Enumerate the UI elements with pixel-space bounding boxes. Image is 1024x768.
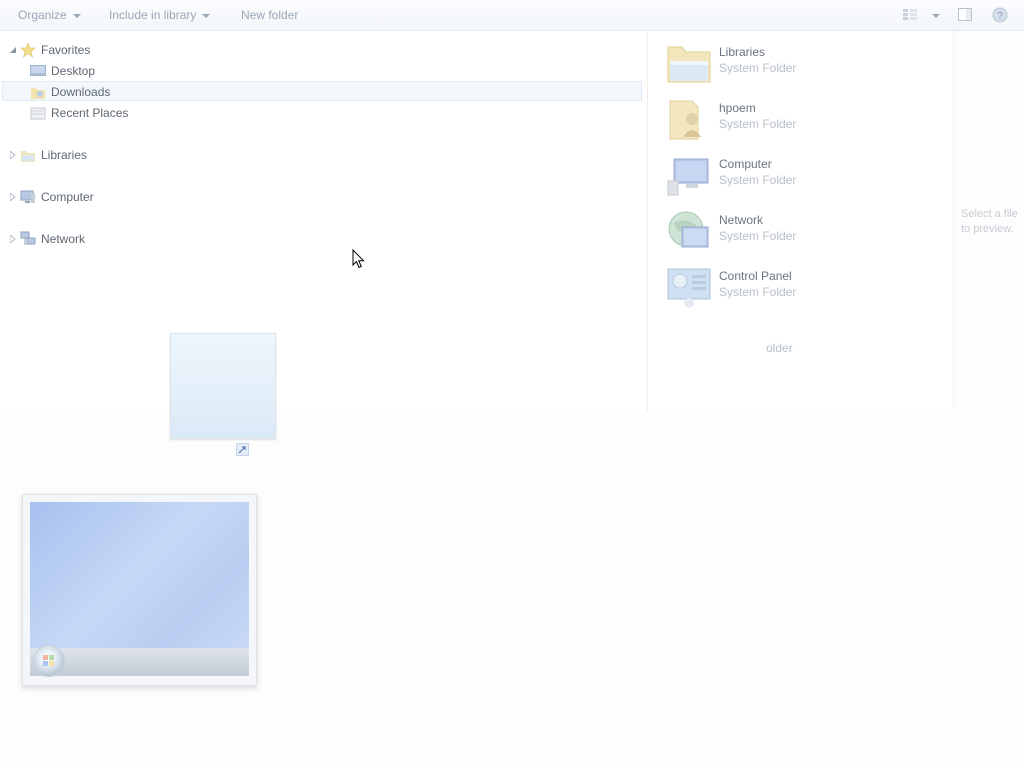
list-item[interactable]: older [666,317,946,369]
nav-computer-label: Computer [41,190,94,204]
nav-recent-places-label: Recent Places [51,106,129,120]
chevron-down-icon [932,13,940,18]
computer-icon [20,190,35,203]
control-panel-icon [667,268,711,308]
libraries-icon [667,46,711,83]
mouse-cursor-icon [352,249,365,269]
nav-favorites[interactable]: Favorites [10,40,160,60]
item-name: Computer [719,157,772,171]
downloads-folder-icon [31,88,45,99]
item-type: System Folder [719,61,797,75]
computer-icon [667,158,709,196]
nav-network[interactable]: Network [10,229,160,249]
nav-libraries[interactable]: Libraries [10,145,160,165]
list-item[interactable]: Control Panel System Folder [666,261,946,313]
svg-text:?: ? [997,11,1003,22]
nav-desktop-label: Desktop [51,64,96,78]
nav-downloads[interactable]: Downloads [30,82,180,102]
expand-arrow-icon[interactable] [10,235,16,243]
desktop-preview-thumbnail[interactable] [22,494,257,686]
list-item[interactable]: Network System Folder [666,205,946,257]
desktop-icon [30,65,46,76]
libraries-icon [21,151,35,162]
expand-arrow-icon[interactable] [10,151,16,159]
nav-desktop[interactable]: Desktop [30,61,180,81]
item-name: Network [719,213,764,227]
expand-arrow-icon[interactable] [10,193,16,201]
item-type: older [766,341,793,355]
item-type: System Folder [719,229,797,243]
command-bar: Organize Include in library New folder ? [0,0,1024,31]
include-in-library-button[interactable]: Include in library [109,8,211,22]
nav-favorites-label: Favorites [41,43,91,57]
item-name: Libraries [719,45,766,59]
network-icon [668,211,709,248]
preview-hint-line-2: to preview. [961,223,1014,235]
organize-button[interactable]: Organize [18,8,81,22]
help-icon[interactable]: ? [992,7,1008,23]
star-icon [20,42,36,58]
nav-downloads-label: Downloads [51,85,111,99]
start-orb-icon[interactable] [33,645,65,677]
list-item[interactable]: Computer System Folder [666,149,946,201]
preview-pane: Select a file to preview. [953,31,1024,411]
preview-hint: Select a file to preview. [961,207,1024,237]
view-options-icon[interactable] [902,7,918,22]
view-dropdown-button[interactable] [926,8,940,22]
new-folder-label: New folder [241,8,299,22]
recent-places-icon [30,107,46,120]
preview-hint-line-1: Select a file [961,208,1018,220]
user-folder-icon [669,100,701,140]
item-type: System Folder [719,285,797,299]
chevron-down-icon [202,13,211,18]
organize-label: Organize [18,8,67,22]
desktop-shortcut-tile[interactable] [170,333,276,439]
item-type: System Folder [719,117,797,131]
list-item[interactable]: hpoem System Folder [666,93,946,145]
new-folder-button[interactable]: New folder [241,8,298,22]
nav-computer[interactable]: Computer [10,187,160,207]
item-type: System Folder [719,173,797,187]
item-name: hpoem [719,101,756,115]
nav-recent-places[interactable]: Recent Places [30,103,180,123]
item-name: Control Panel [719,269,792,283]
nav-network-label: Network [41,232,86,246]
nav-libraries-label: Libraries [41,148,88,162]
preview-pane-icon[interactable] [957,7,973,22]
chevron-down-icon [72,13,81,18]
navigation-pane: Favorites Desktop Downloads Recent Place… [0,31,645,411]
include-in-library-label: Include in library [109,8,197,22]
network-icon [20,231,36,245]
shortcut-arrow-icon [236,443,249,456]
list-item[interactable]: Libraries System Folder [666,37,946,89]
content-pane: Libraries System Folder hpoem System Fol… [647,31,953,411]
expand-arrow-icon[interactable] [10,47,17,53]
